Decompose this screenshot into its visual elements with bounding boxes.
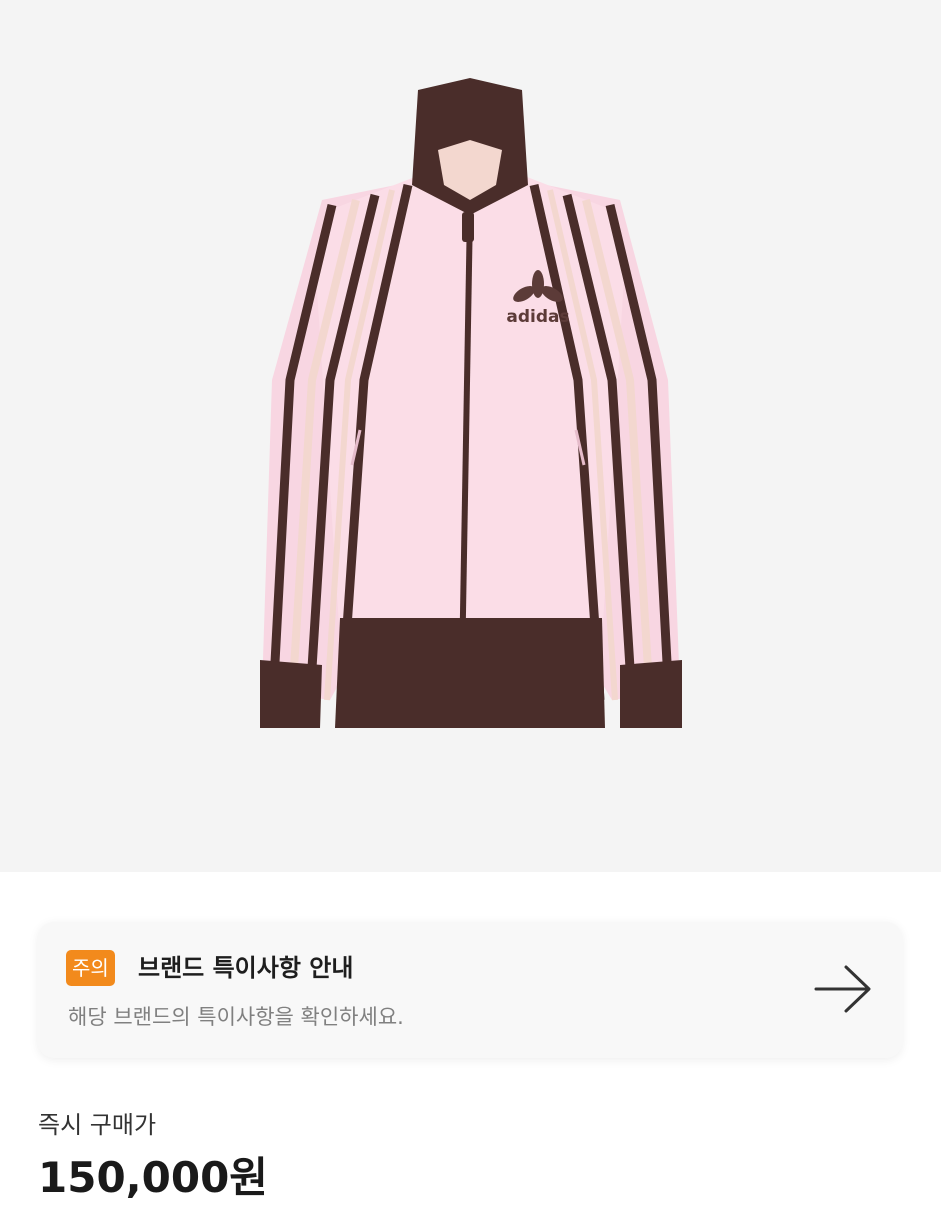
instant-buy-price-label: 즉시 구매가 [38,1111,157,1139]
jacket-illustration: adidas [260,78,682,728]
hem-band [335,618,605,728]
left-cuff [260,660,322,728]
product-image[interactable]: adidas [0,0,941,872]
right-cuff [620,660,682,728]
adidas-logo-text: adidas [506,307,569,327]
warning-badge: 주의 [66,950,115,986]
brand-notice-card[interactable]: 주의 브랜드 특이사항 안내 해당 브랜드의 특이사항을 확인하세요. [38,922,902,1058]
zipper-pull [462,212,474,242]
notice-subtitle: 해당 브랜드의 특이사항을 확인하세요. [68,1005,404,1029]
notice-title: 브랜드 특이사항 안내 [138,954,354,982]
instant-buy-price: 150,000원 [38,1153,268,1202]
arrow-right-icon[interactable] [812,962,874,1016]
